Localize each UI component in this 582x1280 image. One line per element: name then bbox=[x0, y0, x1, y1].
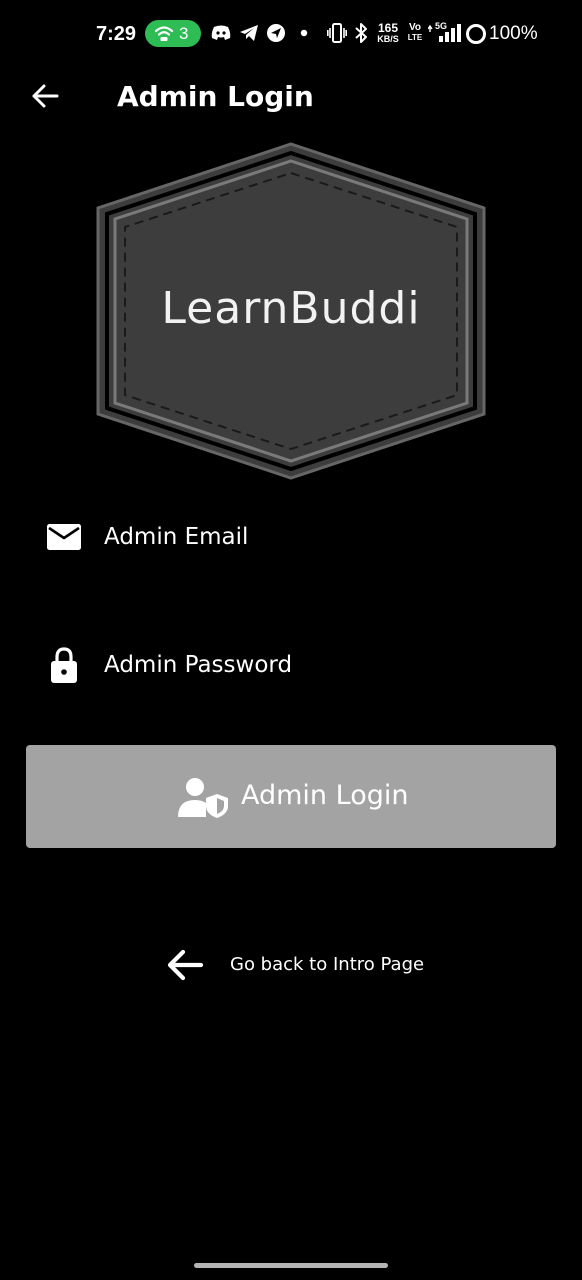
admin-login-button[interactable]: Admin Login bbox=[26, 745, 556, 848]
battery-level: 100% bbox=[489, 23, 538, 44]
go-back-label: Go back to Intro Page bbox=[230, 954, 425, 975]
battery-icon bbox=[466, 24, 486, 44]
signal-icon bbox=[428, 24, 461, 42]
password-input[interactable] bbox=[104, 644, 544, 686]
email-input[interactable] bbox=[104, 516, 544, 558]
net-speed-unit: KB/S bbox=[377, 34, 399, 44]
status-bar: 7:29 3 165 KB/S Vo LTE 5G 100% bbox=[0, 0, 582, 68]
mail-icon bbox=[47, 524, 81, 550]
arrow-left-icon bbox=[167, 949, 204, 981]
hotspot-icon bbox=[154, 26, 174, 41]
navigation-icon bbox=[267, 24, 285, 42]
admin-user-shield-icon bbox=[178, 778, 228, 818]
logo-text: LearnBuddi bbox=[161, 283, 421, 334]
vibrate-icon bbox=[327, 23, 347, 43]
status-time: 7:29 bbox=[96, 23, 137, 45]
bluetooth-icon bbox=[355, 23, 367, 43]
discord-icon bbox=[211, 25, 231, 40]
email-field[interactable] bbox=[30, 502, 552, 572]
back-button[interactable] bbox=[22, 74, 68, 120]
learnbuddi-logo: LearnBuddi bbox=[94, 141, 488, 481]
go-back-intro-link[interactable]: Go back to Intro Page bbox=[162, 942, 424, 988]
admin-login-label: Admin Login bbox=[241, 780, 409, 811]
page-title: Admin Login bbox=[117, 80, 314, 113]
password-field[interactable] bbox=[30, 630, 552, 700]
home-indicator[interactable] bbox=[194, 1263, 388, 1268]
notification-dot-icon bbox=[300, 29, 308, 37]
volte-bottom: LTE bbox=[407, 33, 423, 42]
volte-top: Vo bbox=[408, 22, 422, 33]
lock-icon bbox=[51, 647, 77, 683]
telegram-icon bbox=[240, 25, 258, 41]
hotspot-count: 3 bbox=[179, 24, 189, 43]
arrow-back-icon bbox=[32, 84, 59, 108]
hotspot-indicator: 3 bbox=[145, 20, 201, 47]
net-speed-value: 165 bbox=[377, 21, 399, 35]
